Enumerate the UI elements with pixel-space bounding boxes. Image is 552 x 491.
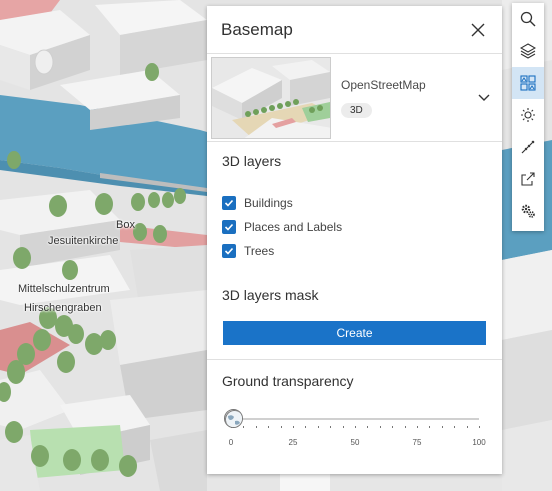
layer-label-buildings: Buildings <box>244 196 293 210</box>
search-tool-button[interactable] <box>512 3 544 35</box>
layer-label-trees: Trees <box>244 244 275 258</box>
slider-tick <box>355 426 356 428</box>
checkbox-checked-icon[interactable] <box>222 196 236 210</box>
map-label-jesuitenkirche: Jesuitenkirche <box>48 235 119 247</box>
layer-checkbox-list: Buildings Places and Labels Trees <box>222 191 487 263</box>
daylight-icon <box>521 108 535 122</box>
basemap-thumbnail <box>211 56 331 139</box>
checkbox-checked-icon[interactable] <box>222 220 236 234</box>
slider-tick <box>429 426 431 428</box>
close-icon <box>471 23 485 36</box>
ground-transparency-title: Ground transparency <box>222 373 354 389</box>
slider-tick <box>317 426 319 428</box>
ground-transparency-slider[interactable]: 0 25 50 75 100 <box>224 408 486 454</box>
panel-title: Basemap <box>221 19 293 39</box>
right-toolbar <box>512 3 544 231</box>
create-mask-button[interactable]: Create <box>223 321 486 345</box>
panel-header: Basemap <box>207 6 502 54</box>
layers-section: 3D layers Buildings Places and Labels Tr… <box>207 142 502 303</box>
slider-tick <box>466 426 468 428</box>
slider-tick <box>379 426 381 428</box>
basemap-expand-button[interactable] <box>470 86 498 110</box>
layers-section-title: 3D layers <box>222 153 282 169</box>
daylight-tool-button[interactable] <box>512 99 544 131</box>
basemap-selector[interactable]: OpenStreetMap 3D <box>207 54 502 142</box>
basemap-panel: Basemap OpenStreetMap 3D 3D layers Build… <box>207 6 502 474</box>
settings-tool-button[interactable] <box>512 195 544 227</box>
layers-icon <box>520 43 536 59</box>
slider-tick <box>367 426 369 428</box>
slider-tick-label-75: 75 <box>412 438 422 447</box>
mask-section-title: 3D layers mask <box>222 287 319 303</box>
slider-tick <box>392 426 394 428</box>
basemap-3d-badge: 3D <box>341 102 372 118</box>
basemap-info: OpenStreetMap 3D <box>331 78 470 118</box>
layer-label-places-and-labels: Places and Labels <box>244 220 343 234</box>
slider-tick-label-50: 50 <box>350 438 360 447</box>
search-icon <box>520 11 536 27</box>
slider-tick <box>417 426 418 428</box>
close-button[interactable] <box>468 20 488 40</box>
slider-tick <box>305 426 307 428</box>
slider-tick <box>479 426 480 428</box>
measure-icon <box>521 140 535 154</box>
map-label-box: Box <box>116 219 135 231</box>
layers-tool-button[interactable] <box>512 35 544 67</box>
measure-tool-button[interactable] <box>512 131 544 163</box>
map-label-hirschengraben: Hirschengraben <box>24 302 102 314</box>
layer-checkbox-buildings[interactable]: Buildings <box>222 191 487 215</box>
layer-checkbox-places-and-labels[interactable]: Places and Labels <box>222 215 487 239</box>
share-icon <box>521 172 535 186</box>
slider-tick-label-25: 25 <box>288 438 298 447</box>
map-label-mittelschulzentrum: Mittelschulzentrum <box>18 283 110 295</box>
slider-tick <box>280 426 282 428</box>
checkbox-checked-icon[interactable] <box>222 244 236 258</box>
slider-tick <box>342 426 344 428</box>
chevron-down-icon <box>478 94 490 101</box>
slider-tick <box>293 426 294 428</box>
slider-tick <box>268 426 270 428</box>
slider-tick <box>255 426 257 428</box>
slider-tick <box>441 426 443 428</box>
basemap-gallery-icon <box>520 75 536 91</box>
basemap-gallery-tool-button[interactable] <box>512 67 544 99</box>
slider-handle-globe-icon[interactable] <box>224 409 243 428</box>
slider-tick <box>243 426 245 428</box>
slider-tick <box>330 426 332 428</box>
slider-track[interactable] <box>231 418 479 420</box>
slider-tick <box>454 426 456 428</box>
share-tool-button[interactable] <box>512 163 544 195</box>
basemap-name: OpenStreetMap <box>341 77 426 92</box>
settings-icon <box>521 204 535 218</box>
section-divider <box>207 359 502 360</box>
slider-tick-label-100: 100 <box>472 438 486 447</box>
slider-tick <box>404 426 406 428</box>
slider-tick-label-0: 0 <box>228 438 234 447</box>
layer-checkbox-trees[interactable]: Trees <box>222 239 487 263</box>
